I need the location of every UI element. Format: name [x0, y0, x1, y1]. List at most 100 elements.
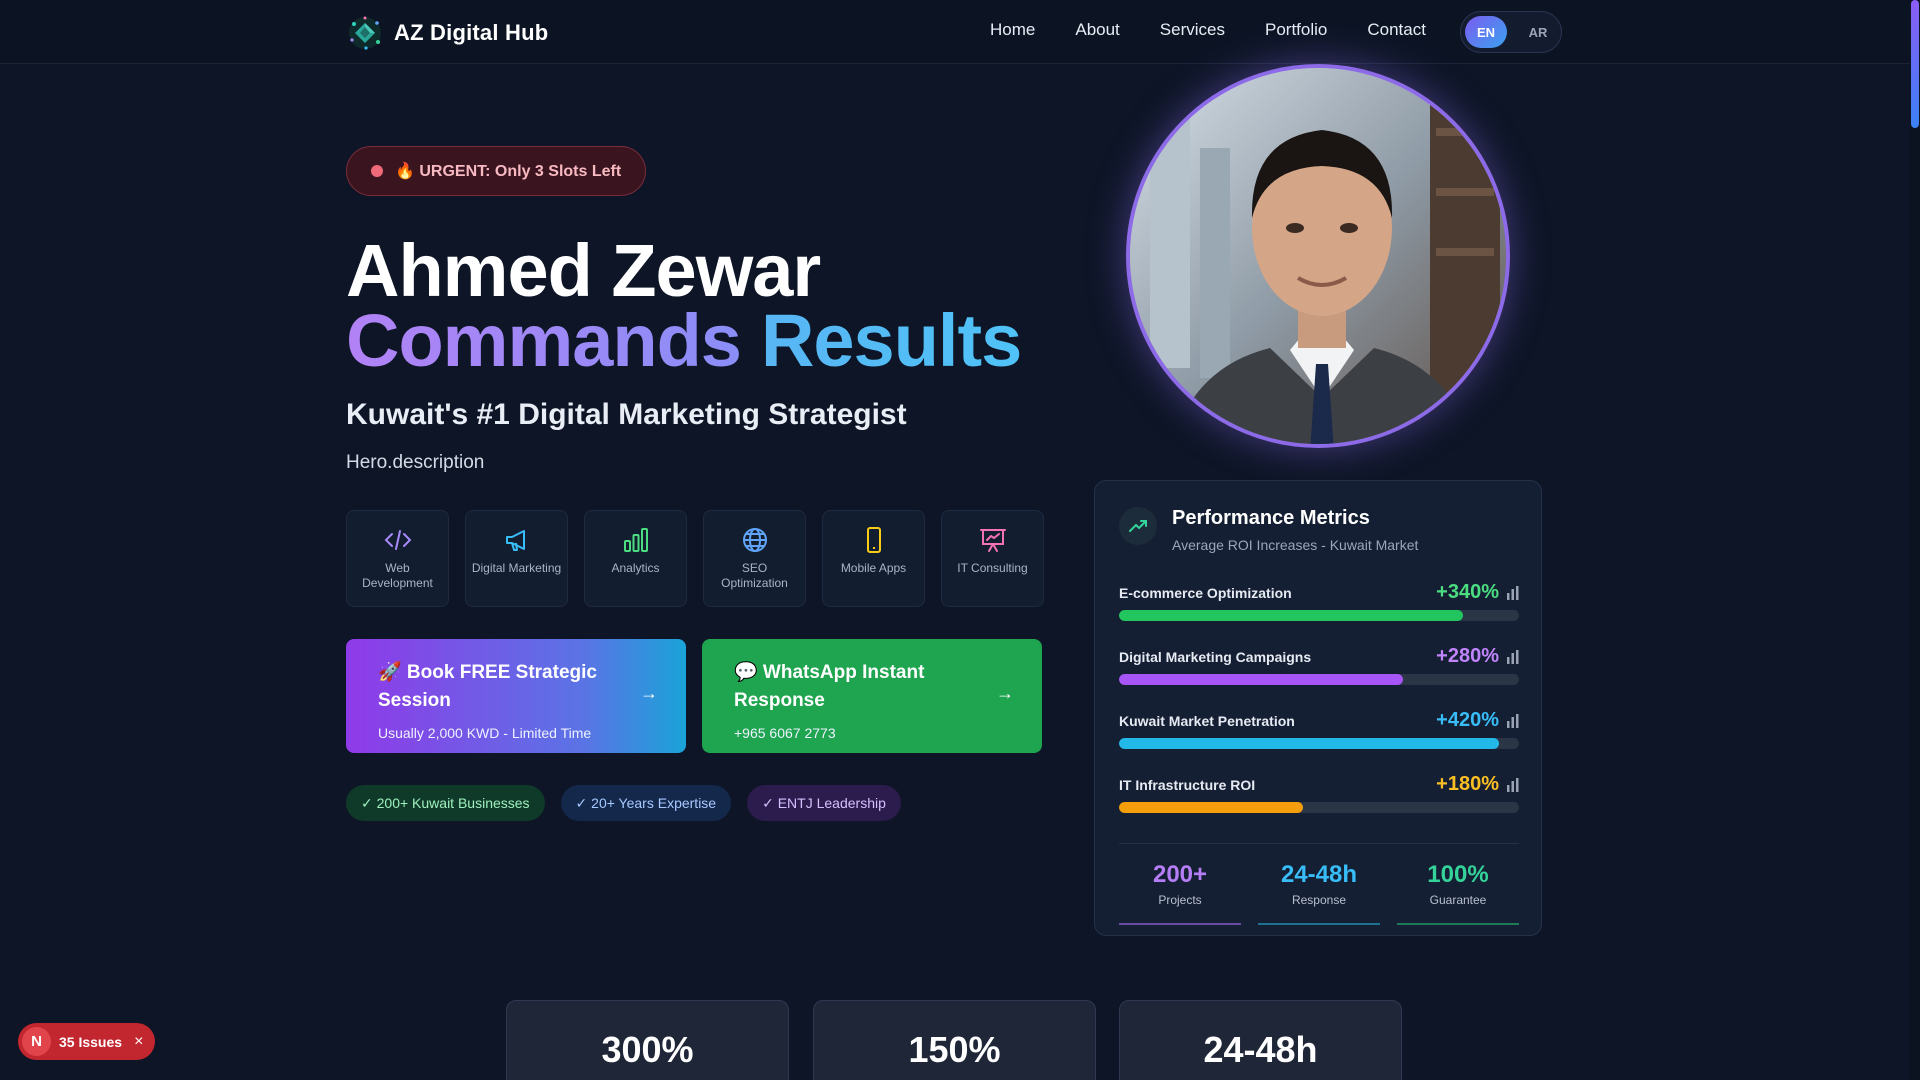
nav-links: Home About Services Portfolio Contact	[990, 20, 1426, 40]
bottom-stat-value: 150%	[908, 1029, 1001, 1070]
metric-row: IT Infrastructure ROI +180%	[1119, 773, 1519, 823]
metrics-subtitle: Average ROI Increases - Kuwait Market	[1172, 537, 1419, 553]
brand-name: AZ Digital Hub	[394, 20, 549, 45]
service-it-consulting[interactable]: IT Consulting	[941, 510, 1044, 607]
bottom-stat-card: 150%	[813, 1000, 1096, 1080]
arrow-right-icon: →	[640, 683, 658, 703]
lang-en-button[interactable]: EN	[1465, 16, 1507, 48]
nav-link-services[interactable]: Services	[1160, 20, 1225, 40]
urgent-badge: 🔥 URGENT: Only 3 Slots Left	[346, 146, 647, 196]
hero-subtitle: Kuwait's #1 Digital Marketing Strategist	[346, 398, 907, 431]
trending-up-icon	[1119, 507, 1157, 545]
stat-value: 100%	[1427, 861, 1489, 888]
whatsapp-phone: +965 6067 2773	[734, 725, 836, 741]
metric-label: Kuwait Market Penetration	[1119, 713, 1295, 729]
metric-progress-track	[1119, 674, 1519, 685]
issues-count: 35 Issues	[59, 1033, 123, 1050]
divider	[1119, 843, 1519, 844]
globe-icon	[742, 528, 767, 552]
badge-leadership: ✓ ENTJ Leadership	[747, 785, 901, 821]
mini-bars-icon	[1507, 586, 1519, 600]
book-session-subtext: Usually 2,000 KWD - Limited Time	[378, 725, 592, 741]
profile-portrait	[1126, 64, 1510, 448]
stat-label: Guarantee	[1429, 893, 1487, 907]
metric-row: Digital Marketing Campaigns +280%	[1119, 645, 1519, 695]
language-toggle: EN AR	[1460, 11, 1562, 53]
lang-ar-button[interactable]: AR	[1517, 16, 1559, 48]
service-label: Digital Marketing	[471, 561, 562, 575]
mini-bars-icon	[1507, 650, 1519, 664]
service-digital-marketing[interactable]: Digital Marketing	[465, 510, 568, 607]
nav-link-portfolio[interactable]: Portfolio	[1265, 20, 1327, 40]
close-icon[interactable]: ×	[134, 1033, 143, 1051]
brand-logo-icon	[346, 14, 384, 52]
hero-headline: Commands Results	[346, 298, 1022, 383]
bottom-stat-card: 24-48h	[1119, 1000, 1402, 1080]
performance-metrics-card: Performance Metrics Average ROI Increase…	[1094, 480, 1542, 936]
service-label: IT Consulting	[957, 561, 1028, 575]
whatsapp-title: 💬 WhatsApp Instant Response	[734, 662, 925, 711]
next-logo-icon: N	[22, 1027, 51, 1056]
hero-headline-word-2: Results	[760, 299, 1022, 382]
scrollbar[interactable]	[1910, 0, 1920, 1080]
metric-row: Kuwait Market Penetration +420%	[1119, 709, 1519, 759]
dev-issues-badge[interactable]: N 35 Issues ×	[18, 1023, 155, 1060]
scrollbar-thumb[interactable]	[1911, 0, 1919, 128]
metric-value: +420%	[1436, 709, 1499, 731]
metrics-title: Performance Metrics	[1172, 507, 1370, 529]
stat-underline	[1119, 923, 1241, 925]
metric-progress-fill	[1119, 802, 1303, 813]
arrow-right-icon: →	[996, 683, 1014, 703]
brand[interactable]: AZ Digital Hub	[346, 14, 548, 52]
services-row: Web Development Digital Marketing Analyt…	[346, 510, 1044, 607]
service-label: Web Development	[362, 561, 433, 590]
metric-label: IT Infrastructure ROI	[1119, 777, 1256, 793]
mini-bars-icon	[1507, 778, 1519, 792]
nav-link-about[interactable]: About	[1075, 20, 1119, 40]
pulse-dot-icon	[371, 165, 383, 177]
stat-label: Projects	[1158, 893, 1202, 907]
bottom-stat-value: 300%	[601, 1029, 694, 1070]
stat-guarantee: 100% Guarantee	[1397, 861, 1519, 925]
service-label: Mobile Apps	[840, 561, 907, 575]
metric-progress-track	[1119, 610, 1519, 621]
metric-row: E-commerce Optimization +340%	[1119, 581, 1519, 631]
smartphone-icon	[866, 527, 881, 553]
nav-link-contact[interactable]: Contact	[1367, 20, 1426, 40]
top-navbar: AZ Digital Hub Home About Services Portf…	[0, 0, 1910, 64]
metric-label: Digital Marketing Campaigns	[1119, 649, 1312, 665]
portrait-illustration	[1130, 68, 1506, 444]
stat-underline	[1397, 923, 1519, 925]
bottom-stat-value: 24-48h	[1203, 1029, 1318, 1070]
metric-progress-fill	[1119, 738, 1499, 749]
mini-bars-icon	[1507, 714, 1519, 728]
trust-badges: ✓ 200+ Kuwait Businesses ✓ 20+ Years Exp…	[346, 785, 901, 821]
presentation-icon	[979, 529, 1006, 552]
badge-businesses: ✓ 200+ Kuwait Businesses	[346, 785, 545, 821]
stat-value: 24-48h	[1280, 861, 1358, 888]
metric-progress-track	[1119, 738, 1519, 749]
stat-underline	[1258, 923, 1380, 925]
service-label: Analytics	[611, 561, 660, 575]
metric-progress-track	[1119, 802, 1519, 813]
service-label: SEO Optimization	[721, 561, 788, 590]
metric-value: +340%	[1436, 581, 1499, 603]
megaphone-icon	[505, 530, 525, 551]
hero-description: Hero.description	[346, 452, 485, 473]
service-seo-optimization[interactable]: SEO Optimization	[703, 510, 806, 607]
hero-headline-word-1: Commands	[346, 299, 742, 382]
nav-link-home[interactable]: Home	[990, 20, 1035, 40]
urgent-text: 🔥 URGENT: Only 3 Slots Left	[395, 163, 622, 180]
metric-value: +180%	[1436, 773, 1499, 795]
badge-expertise: ✓ 20+ Years Expertise	[560, 785, 732, 821]
service-web-development[interactable]: Web Development	[346, 510, 449, 607]
service-analytics[interactable]: Analytics	[584, 510, 687, 607]
stat-response: 24-48h Response	[1258, 861, 1380, 925]
stat-value: 200+	[1152, 861, 1208, 888]
code-icon	[384, 530, 411, 550]
whatsapp-button[interactable]: 💬 WhatsApp Instant Response +965 6067 27…	[702, 639, 1042, 753]
stat-projects: 200+ Projects	[1119, 861, 1241, 925]
metric-label: E-commerce Optimization	[1119, 585, 1292, 601]
book-session-button[interactable]: 🚀 Book FREE Strategic Session Usually 2,…	[346, 639, 686, 753]
service-mobile-apps[interactable]: Mobile Apps	[822, 510, 925, 607]
